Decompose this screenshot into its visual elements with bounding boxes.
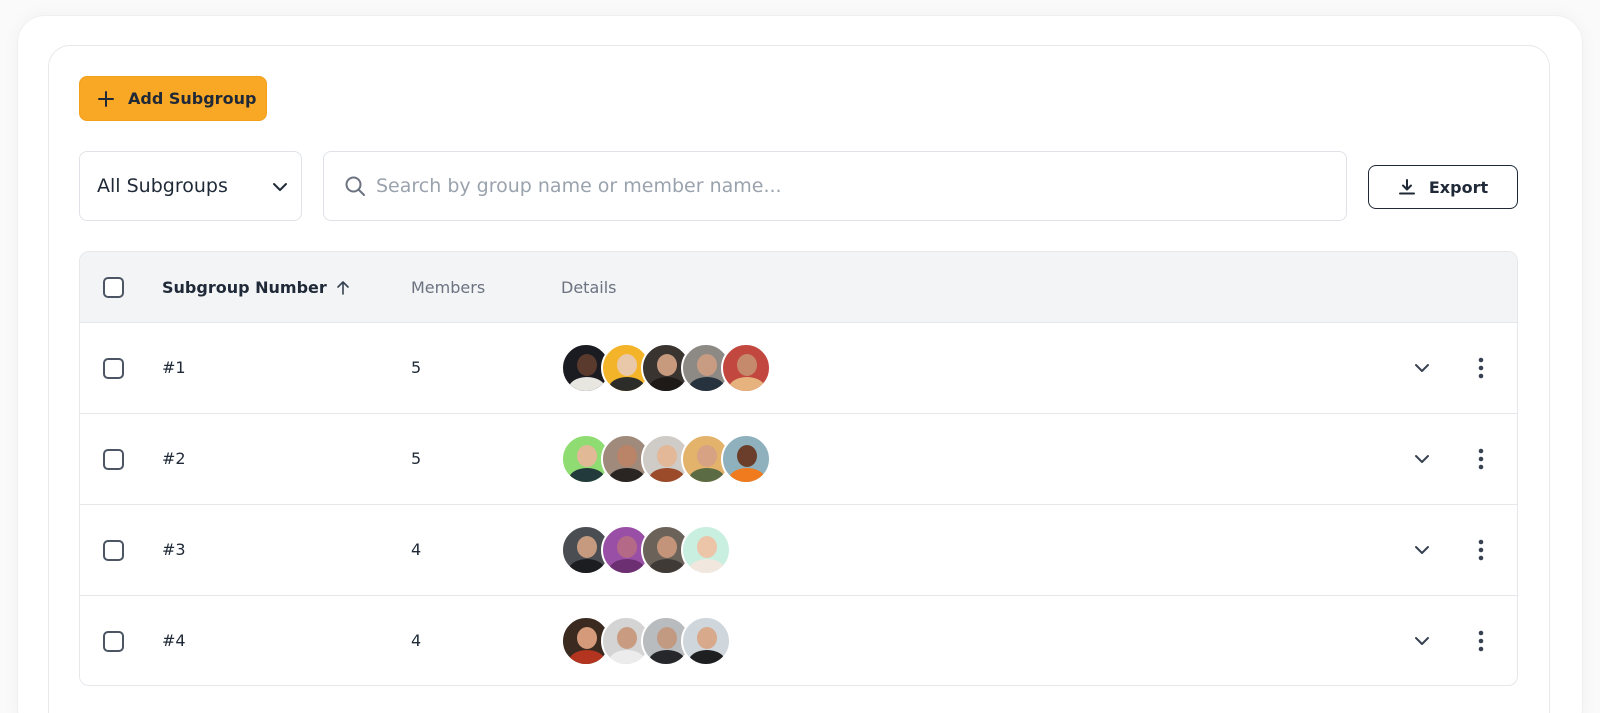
expand-chevron-icon[interactable] [1413,361,1431,375]
table-header: Subgroup Number Members Details [80,252,1517,323]
member-avatars [561,343,771,393]
chevron-down-icon [273,183,287,191]
member-count: 5 [411,449,422,468]
table-row: #4 4 [80,596,1517,685]
avatar [721,434,771,484]
avatar [681,616,731,666]
table-row: #2 5 [80,414,1517,505]
expand-chevron-icon[interactable] [1413,543,1431,557]
subgroup-number: #1 [162,358,186,377]
avatar [681,525,731,575]
subgroup-number: #3 [162,540,186,559]
more-vertical-icon[interactable] [1476,538,1486,562]
row-checkbox[interactable] [103,358,124,379]
member-avatars [561,525,731,575]
member-count: 4 [411,631,422,650]
search-input[interactable] [376,175,1276,197]
expand-chevron-icon[interactable] [1413,634,1431,648]
member-count: 5 [411,358,422,377]
sort-arrow-up-icon [336,280,349,295]
row-checkbox[interactable] [103,540,124,561]
add-subgroup-button[interactable]: Add Subgroup [79,76,267,121]
expand-chevron-icon[interactable] [1413,452,1431,466]
subgroups-table: Subgroup Number Members Details #1 5 #2 [79,251,1518,686]
column-header-details: Details [561,278,617,297]
member-count: 4 [411,540,422,559]
search-icon [345,176,365,196]
table-row: #1 5 [80,323,1517,414]
plus-icon [98,90,114,107]
row-checkbox[interactable] [103,449,124,470]
column-header-subgroup-number-label: Subgroup Number [162,278,327,297]
add-subgroup-label: Add Subgroup [128,89,257,108]
avatar [721,343,771,393]
more-vertical-icon[interactable] [1476,447,1486,471]
member-avatars [561,616,731,666]
search-field[interactable] [323,151,1347,221]
column-header-members: Members [411,278,486,297]
subgroup-filter-value: All Subgroups [97,175,228,197]
subgroup-number: #2 [162,449,186,468]
table-row: #3 4 [80,505,1517,596]
member-avatars [561,434,771,484]
column-header-subgroup-number[interactable]: Subgroup Number [162,278,351,297]
export-button[interactable]: Export [1368,165,1518,209]
more-vertical-icon[interactable] [1476,356,1486,380]
select-all-checkbox[interactable] [103,277,124,298]
subgroup-filter-select[interactable]: All Subgroups [79,151,302,221]
more-vertical-icon[interactable] [1476,629,1486,653]
download-icon [1398,179,1415,195]
subgroup-number: #4 [162,631,186,650]
export-label: Export [1428,177,1489,197]
row-checkbox[interactable] [103,631,124,652]
